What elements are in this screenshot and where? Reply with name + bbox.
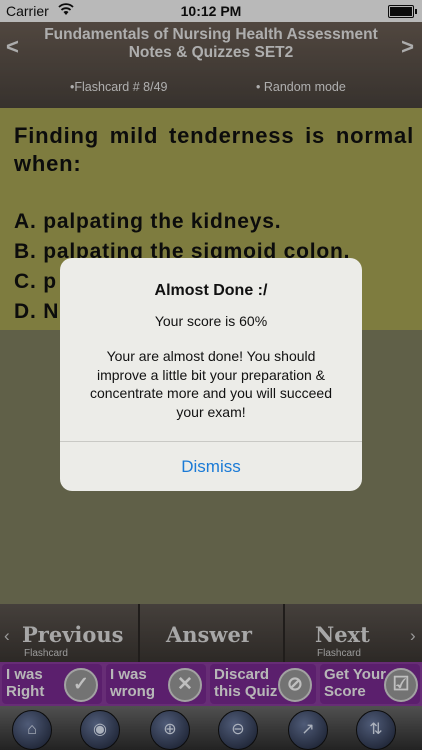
dismiss-button[interactable]: Dismiss [60,442,362,491]
alert-title: Almost Done :/ [154,282,268,299]
score-alert-dialog: Almost Done :/ Your score is 60% Your ar… [60,258,362,491]
alert-message: Your are almost done! You should improve… [89,348,333,420]
alert-score: Your score is 60% [154,313,268,329]
